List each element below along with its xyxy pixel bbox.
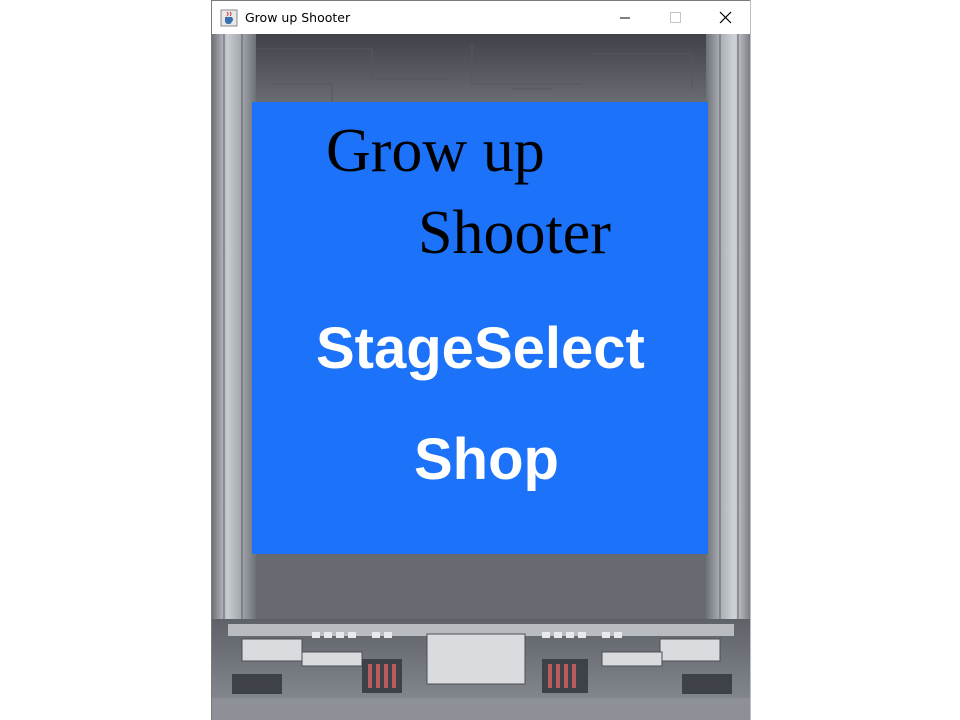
- shop-button[interactable]: Shop: [414, 431, 559, 489]
- game-scene: Grow up Shooter StageSelect Shop: [212, 34, 750, 720]
- game-screen: Grow up Shooter StageSelect Shop: [252, 102, 708, 554]
- stage-select-button[interactable]: StageSelect: [316, 320, 645, 378]
- java-cup-icon: [220, 9, 238, 27]
- close-button[interactable]: [700, 1, 750, 34]
- window-title: Grow up Shooter: [245, 10, 351, 25]
- game-title-line-2: Shooter: [418, 199, 611, 267]
- close-icon: [719, 11, 732, 24]
- game-title-line-1: Grow up: [326, 117, 545, 185]
- game-window: Grow up Shooter Grow up Shooter StageSel…: [211, 0, 751, 720]
- maximize-icon: [670, 12, 681, 23]
- minimize-button[interactable]: [600, 1, 650, 34]
- title-bar[interactable]: Grow up Shooter: [212, 0, 750, 34]
- minimize-icon: [620, 17, 630, 19]
- maximize-button[interactable]: [650, 1, 700, 34]
